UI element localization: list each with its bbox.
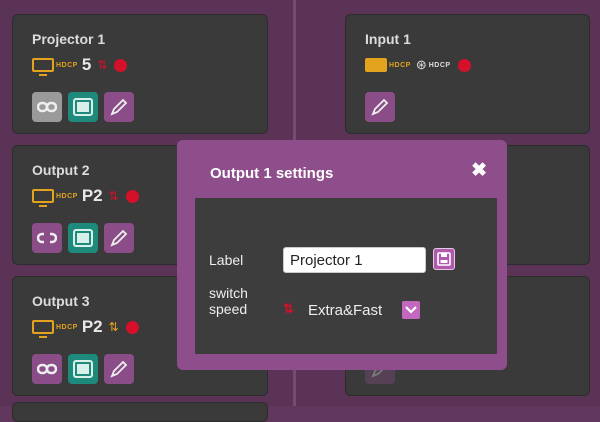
chevron-down-icon [405,306,417,314]
output-value: P2 [81,186,103,205]
card-title: Output 2 [32,162,90,178]
edit-button[interactable] [104,354,134,384]
card-title: Output 3 [32,293,90,309]
switch-arrows-icon: ⇅ [97,58,108,72]
status-row: HDCP P2 ⇅ [32,316,139,338]
pencil-icon [110,98,128,116]
link-icon [37,101,57,113]
input-port-icon [365,58,387,72]
speed-dropdown[interactable] [402,301,420,319]
save-button[interactable] [433,248,455,270]
edit-button[interactable] [104,223,134,253]
unlink-icon [37,232,57,244]
status-row: HDCP P2 ⇅ [32,185,139,207]
red-status-dot-icon [125,189,139,203]
film-icon [73,229,93,247]
hdcp-label: HDCP [389,61,411,69]
edit-button[interactable] [104,92,134,122]
card-title: Projector 1 [32,31,106,47]
red-status-dot-icon [457,58,471,72]
label-caption: Label [209,252,244,268]
edit-button[interactable] [365,92,395,122]
output-value: P2 [81,317,103,336]
link-button[interactable] [32,354,62,384]
switch-arrows-icon: ⇅ [108,320,119,334]
unlink-button[interactable] [32,223,62,253]
button-row [32,92,134,122]
dialog-body: Label switch speed ⇅ Extra&Fast [195,198,497,354]
output-value: 5 [81,55,92,74]
pencil-icon [110,229,128,247]
input-1-card[interactable]: Input 1 HDCP ⊛ HDCP [345,14,590,134]
switch-speed-caption-line-1: switch [209,285,248,301]
switch-speed-caption-line-2: speed [209,301,248,317]
switch-arrows-icon: ⇅ [108,189,119,203]
link-icon [37,363,57,375]
save-icon [437,252,451,266]
hdcp-label: HDCP [56,323,78,331]
button-row [32,354,134,384]
button-row [32,223,134,253]
output-settings-dialog: Output 1 settings ✖ Label switch speed ⇅… [177,140,507,370]
partial-card [12,402,268,422]
film-button[interactable] [68,92,98,122]
status-row: HDCP 5 ⇅ [32,54,128,76]
red-status-dot-icon [114,58,128,72]
status-row: HDCP ⊛ HDCP [365,54,471,76]
pencil-icon [371,98,389,116]
film-button[interactable] [68,223,98,253]
dialog-title: Output 1 settings [210,165,334,182]
button-row [365,92,395,122]
display-icon [32,58,54,76]
hdcp-label: HDCP [56,192,78,200]
switch-arrows-icon: ⇅ [283,301,294,316]
film-icon [73,98,93,116]
pencil-icon [110,360,128,378]
display-icon [32,320,54,338]
film-icon [73,360,93,378]
hdcp-secondary-label: HDCP [428,61,451,69]
label-input[interactable] [283,247,426,273]
red-status-dot-icon [125,320,139,334]
close-icon[interactable]: ✖ [471,159,487,182]
hdcp-label: HDCP [56,61,78,69]
display-icon [32,189,54,207]
card-title: Input 1 [365,31,411,47]
speed-value: Extra&Fast [308,302,383,319]
film-reel-icon: ⊛ [415,57,427,72]
film-button[interactable] [68,354,98,384]
projector-1-card[interactable]: Projector 1 HDCP 5 ⇅ [12,14,268,134]
link-button[interactable] [32,92,62,122]
